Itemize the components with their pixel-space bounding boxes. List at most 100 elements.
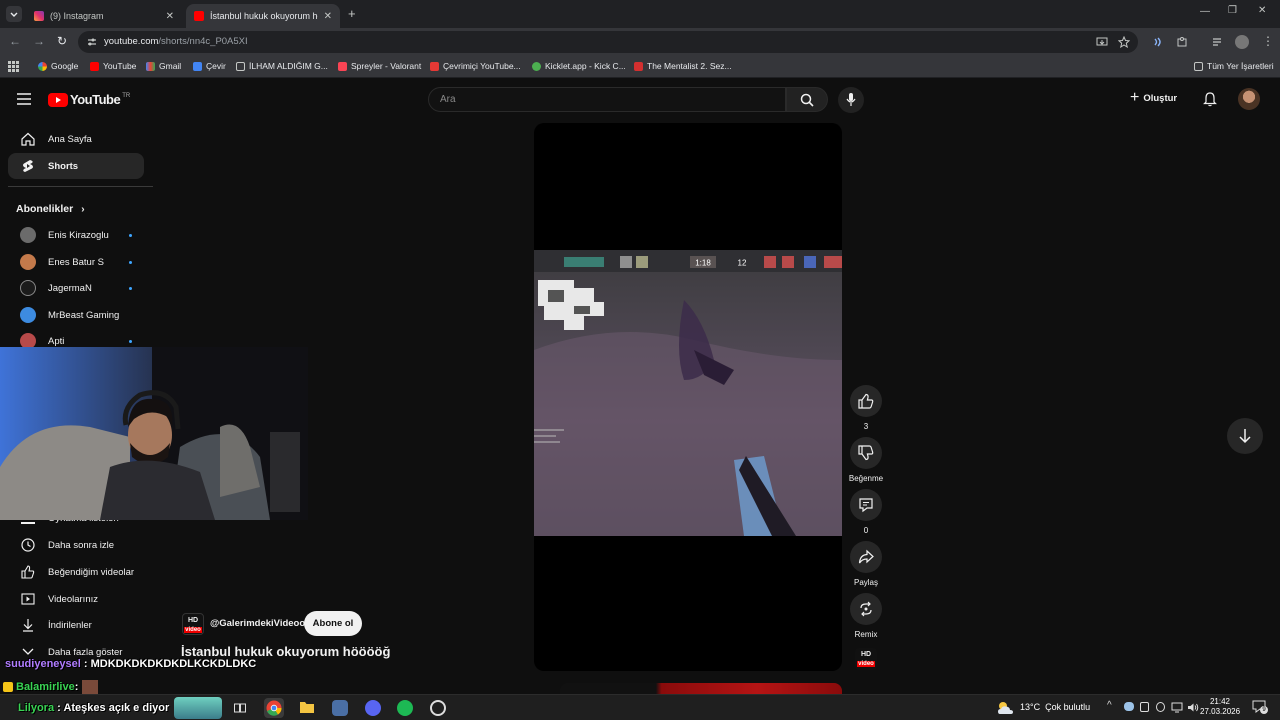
apps-grid-icon[interactable] <box>8 61 19 72</box>
bookmark-mentalist[interactable]: The Mentalist 2. Sez... <box>634 61 732 71</box>
account-avatar[interactable] <box>1238 88 1260 110</box>
next-short-button[interactable] <box>1227 418 1263 454</box>
back-button[interactable]: ← <box>9 34 21 48</box>
extensions-puzzle-icon[interactable] <box>1176 36 1188 48</box>
search-input[interactable]: Ara <box>428 87 786 112</box>
remix-icon <box>860 601 872 617</box>
comments-button[interactable] <box>850 489 882 521</box>
sidebar-item-label: Daha fazla göster <box>48 646 123 658</box>
reload-button[interactable]: ↻ <box>57 34 67 48</box>
sidebar-sub-enes[interactable]: Enes Batur S <box>8 249 144 275</box>
hamburger-menu-icon[interactable] <box>16 92 32 106</box>
sidebar-item-downloads[interactable]: İndirilenler <box>8 612 144 638</box>
close-icon[interactable]: ✕ <box>166 11 174 22</box>
close-window-button[interactable]: ✕ <box>1258 5 1266 16</box>
search-box-image[interactable] <box>174 697 222 719</box>
chat-text: Ateşkes açık e diyor <box>63 702 170 714</box>
kicklet-icon <box>532 61 541 71</box>
shield-icon <box>430 61 439 71</box>
notifications-bell-icon[interactable] <box>1203 91 1217 107</box>
sidebar-sub-enis[interactable]: Enis Kirazoglu <box>8 222 144 248</box>
channel-avatar <box>20 280 36 296</box>
all-bookmarks[interactable]: Tüm Yer İşaretleri <box>1194 61 1274 71</box>
profile-avatar[interactable] <box>1235 35 1249 49</box>
sidebar-item-liked[interactable]: Beğendiğim videolar <box>8 559 144 585</box>
clock-icon <box>21 538 35 552</box>
bookmark-folder[interactable]: İLHAM ALDIĞIM G... <box>236 61 328 71</box>
bookmark-label: Gmail <box>159 61 182 71</box>
task-view-icon[interactable] <box>234 702 246 714</box>
minimize-button[interactable]: — <box>1200 6 1210 17</box>
chevron-up-icon[interactable]: ^ <box>1107 700 1112 711</box>
site-info-icon[interactable] <box>86 36 98 48</box>
bookmark-label: Çevir <box>206 61 226 71</box>
home-icon <box>21 132 35 146</box>
bookmark-kicklet[interactable]: Kicklet.app - Kick C... <box>532 61 626 71</box>
sidebar-sub-mrbeast[interactable]: MrBeast Gaming <box>8 302 144 328</box>
youtube-logo[interactable]: YouTube TR <box>48 92 130 107</box>
sidebar-item-label: Daha sonra izle <box>48 539 115 551</box>
extension-audio-icon[interactable] <box>1152 36 1164 48</box>
shorts-video-player[interactable]: 1:18 12 <box>534 123 842 671</box>
bookmark-youtube[interactable]: YouTube <box>90 61 136 71</box>
browser-tab-bar: (9) Instagram ✕ İstanbul hukuk okuyorum … <box>0 0 1280 28</box>
sidebar-item-watch-later[interactable]: Daha sonra izle <box>8 532 144 558</box>
short-title[interactable]: İstanbul hukuk okuyorum hööööğ <box>181 644 390 659</box>
notification-center[interactable]: 9 <box>1252 700 1268 714</box>
dislike-button[interactable] <box>850 437 882 469</box>
forward-button[interactable]: → <box>33 34 45 48</box>
sidebar-item-shorts[interactable]: Shorts <box>8 153 144 179</box>
media-control-icon[interactable] <box>1212 36 1224 48</box>
spotify-icon[interactable] <box>397 700 413 716</box>
tab-youtube-short[interactable]: İstanbul hukuk okuyorum höö ✕ <box>186 4 340 28</box>
tray-app-icon-2[interactable] <box>1156 702 1165 712</box>
restore-button[interactable]: ❐ <box>1228 5 1237 16</box>
chevron-down-icon <box>22 648 34 655</box>
more-menu-icon[interactable]: ⋮ <box>1262 34 1274 48</box>
omnibox[interactable]: youtube.com/shorts/nn4c_P0A5XI <box>78 31 1138 53</box>
weather-text[interactable]: 13°C Çok bulutlu <box>1020 702 1090 712</box>
tab-instagram[interactable]: (9) Instagram ✕ <box>26 4 182 28</box>
close-icon[interactable]: ✕ <box>324 11 332 22</box>
tv-icon <box>634 61 643 71</box>
discord-icon[interactable] <box>365 700 381 716</box>
obs-icon[interactable] <box>430 700 446 716</box>
voice-search-button[interactable] <box>838 87 864 113</box>
subscriptions-header[interactable]: Abonelikler › <box>16 203 85 215</box>
sidebar-item-label: Enes Batur S <box>48 256 104 268</box>
new-tab-button[interactable]: + <box>348 6 356 21</box>
taskbar-chrome[interactable] <box>264 698 284 718</box>
app-icon[interactable] <box>332 700 348 716</box>
bookmark-translate[interactable]: Çevir <box>193 61 226 71</box>
sound-source-thumbnail[interactable]: HD video <box>855 648 877 670</box>
share-button[interactable] <box>850 541 882 573</box>
channel-avatar <box>20 254 36 270</box>
sidebar-item-your-videos[interactable]: Videolarınız <box>8 586 144 612</box>
search-button[interactable] <box>786 87 828 112</box>
sidebar-item-home[interactable]: Ana Sayfa <box>8 126 144 152</box>
bookmark-label: Spreyler - Valorant <box>351 61 422 71</box>
star-icon[interactable] <box>1118 36 1130 48</box>
arrow-down-icon <box>1239 429 1251 444</box>
volume-icon[interactable] <box>1187 702 1199 713</box>
bookmark-gmail[interactable]: Gmail <box>146 61 181 71</box>
short-channel-name[interactable]: @GalerimdekiVideoo <box>210 618 305 629</box>
create-button[interactable]: + Oluştur <box>1130 90 1177 106</box>
tray-app-icon[interactable] <box>1140 702 1149 712</box>
bookmark-valorant[interactable]: Spreyler - Valorant <box>338 61 421 71</box>
install-app-icon[interactable] <box>1096 36 1108 48</box>
tab-search-button[interactable] <box>6 6 22 22</box>
channel-avatar-hd[interactable]: HD video <box>182 613 204 635</box>
clock[interactable]: 21:42 27.03.2026 <box>1200 697 1240 717</box>
bookmark-google[interactable]: Google <box>38 61 78 71</box>
onedrive-icon[interactable] <box>1124 702 1134 711</box>
network-icon[interactable] <box>1171 702 1183 713</box>
bookmark-online-youtube[interactable]: Çevrimiçi YouTube... <box>430 61 521 71</box>
file-explorer-icon[interactable] <box>299 700 315 714</box>
google-icon <box>38 61 47 71</box>
remix-button[interactable] <box>850 593 882 625</box>
valorant-icon <box>338 61 347 71</box>
subscribe-button[interactable]: Abone ol <box>304 611 362 636</box>
sidebar-sub-jagerman[interactable]: JagermaN <box>8 275 144 301</box>
like-button[interactable] <box>850 385 882 417</box>
